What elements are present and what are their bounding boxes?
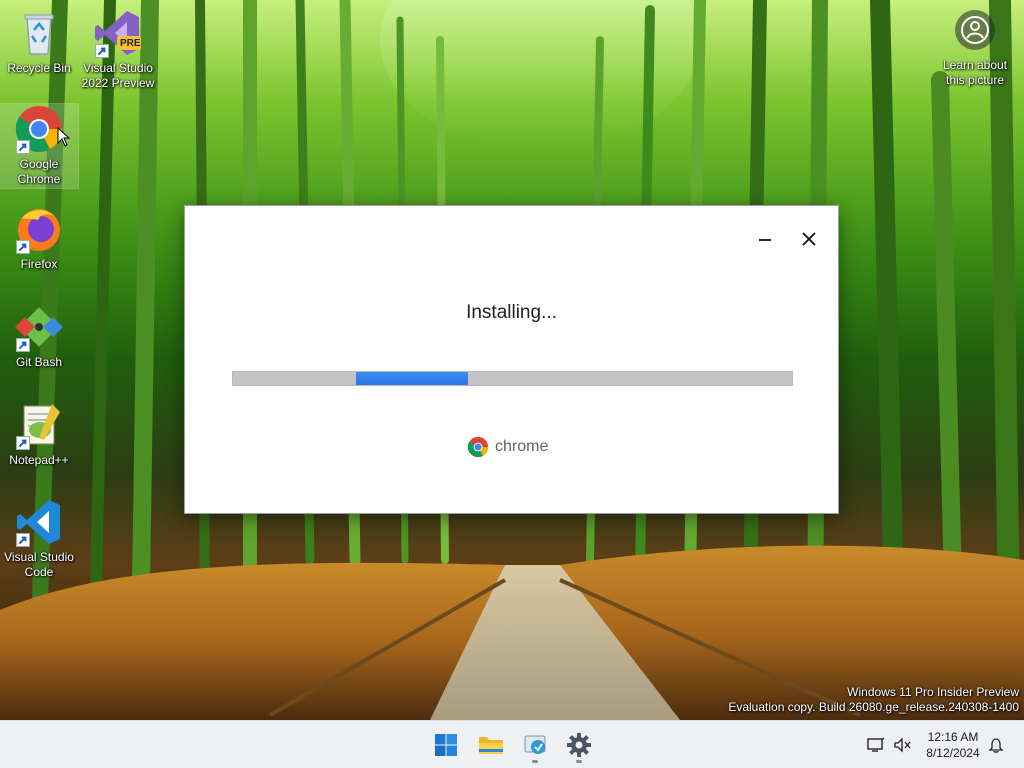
chrome-wordmark: chrome xyxy=(495,438,549,455)
close-button[interactable] xyxy=(792,222,826,256)
notepad-plus-plus-icon xyxy=(14,400,64,450)
settings-gear-icon xyxy=(567,733,591,757)
shortcut-arrow-icon xyxy=(16,240,30,254)
minimize-icon xyxy=(759,239,771,241)
clock-date: 8/12/2024 xyxy=(926,746,980,760)
installer-app-icon xyxy=(524,735,546,754)
running-indicator xyxy=(576,760,582,763)
pre-badge: PRE xyxy=(120,38,141,49)
desktop-icon-firefox[interactable]: Firefox xyxy=(0,204,78,272)
desktop-icon-label: Recycle Bin xyxy=(7,61,71,75)
installer-taskbar-button[interactable] xyxy=(515,725,555,765)
recycle-bin-icon xyxy=(14,8,64,58)
taskbar-clock[interactable]: 12:16 AM 8/12/2024 xyxy=(918,729,988,761)
progress-indicator xyxy=(356,372,468,385)
learn-about-picture-button[interactable]: Learn about this picture xyxy=(936,10,1014,88)
file-explorer-icon xyxy=(479,737,503,754)
learn-about-label: Learn about this picture xyxy=(942,58,1008,87)
install-progress-bar xyxy=(232,371,793,386)
visual-studio-preview-icon: PRE xyxy=(93,8,143,58)
mouse-cursor-icon xyxy=(57,127,70,147)
shortcut-arrow-icon xyxy=(95,44,109,58)
volume-muted-icon[interactable] xyxy=(892,735,912,755)
visual-studio-code-icon xyxy=(14,497,64,547)
taskbar: 12:16 AM 8/12/2024 xyxy=(0,720,1024,768)
desktop-icon-git-bash[interactable]: Git Bash xyxy=(0,302,78,370)
start-button[interactable] xyxy=(426,725,466,765)
chrome-brand-logo: chrome xyxy=(467,436,548,458)
watermark-line-1: Windows 11 Pro Insider Preview xyxy=(847,685,1019,699)
network-icon[interactable] xyxy=(866,735,886,755)
chrome-installer-window: Installing... chrome xyxy=(184,205,839,514)
desktop-icon-notepad-plus-plus[interactable]: Notepad++ xyxy=(0,400,78,468)
shortcut-arrow-icon xyxy=(16,338,30,352)
camera-info-icon xyxy=(955,10,995,50)
shortcut-arrow-icon xyxy=(16,140,30,154)
notifications-bell-icon[interactable] xyxy=(986,735,1006,755)
evaluation-watermark: Windows 11 Pro Insider Preview Evaluatio… xyxy=(728,685,1019,715)
git-bash-icon xyxy=(14,302,64,352)
close-icon xyxy=(802,232,816,246)
shortcut-arrow-icon xyxy=(16,533,30,547)
chrome-logo-icon xyxy=(467,436,489,458)
desktop-icon-label: Google Chrome xyxy=(17,157,61,186)
settings-button[interactable] xyxy=(559,725,599,765)
windows-start-icon xyxy=(435,734,457,756)
desktop-icon-recycle-bin[interactable]: Recycle Bin xyxy=(0,8,78,76)
desktop-icon-visual-studio-code[interactable]: Visual Studio Code xyxy=(0,497,78,580)
desktop-icon-label: Visual Studio Code xyxy=(4,550,74,579)
watermark-line-2: Evaluation copy. Build 26080.ge_release.… xyxy=(728,700,1019,714)
installing-status-text: Installing... xyxy=(466,302,557,323)
clock-time: 12:16 AM xyxy=(927,730,979,744)
running-indicator xyxy=(532,760,538,763)
desktop-icon-label: Visual Studio 2022 Preview xyxy=(81,61,155,90)
desktop-icon-visual-studio-preview[interactable]: PRE Visual Studio 2022 Preview xyxy=(79,8,157,91)
shortcut-arrow-icon xyxy=(16,436,30,450)
firefox-icon xyxy=(14,204,64,254)
minimize-button[interactable] xyxy=(748,222,782,256)
file-explorer-button[interactable] xyxy=(471,725,511,765)
